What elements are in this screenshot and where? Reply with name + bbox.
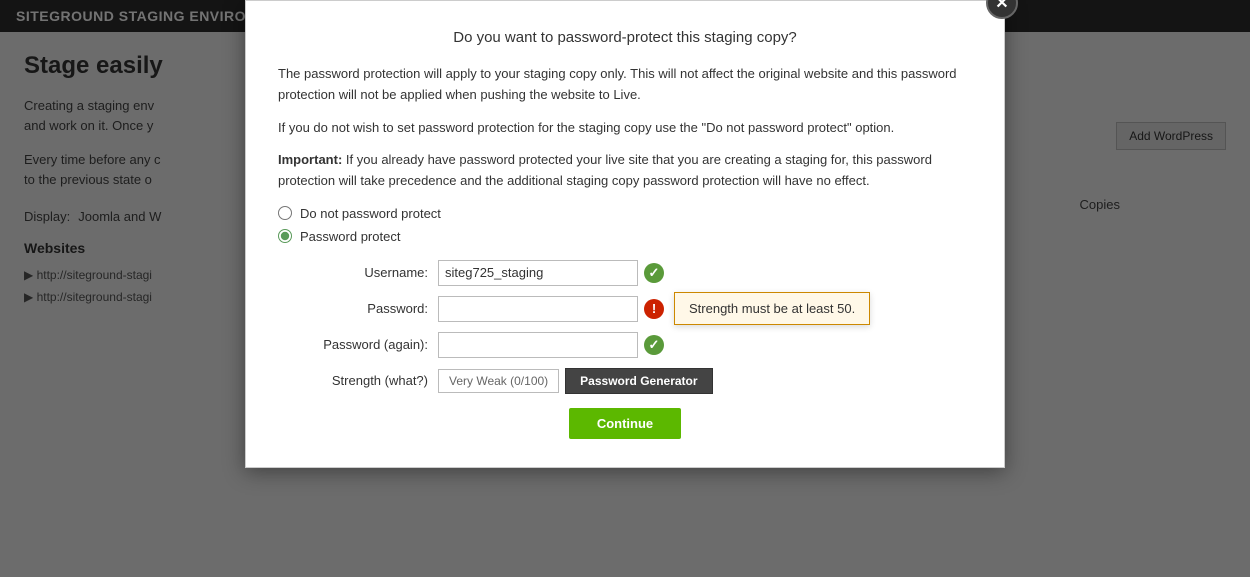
password-again-input[interactable]: [438, 332, 638, 358]
continue-button[interactable]: Continue: [569, 408, 681, 439]
modal-para-1: The password protection will apply to yo…: [278, 64, 972, 106]
strength-row: Strength (what?) Very Weak (0/100) Passw…: [278, 368, 972, 394]
radio-protect-label[interactable]: Password protect: [300, 229, 400, 244]
radio-protect-input[interactable]: [278, 229, 292, 243]
error-tooltip: Strength must be at least 50.: [674, 292, 870, 325]
continue-row: Continue: [278, 408, 972, 439]
modal-para-3: Important: If you already have password …: [278, 150, 972, 192]
radio-protect[interactable]: Password protect: [278, 229, 972, 244]
modal-dialog: ✕ Do you want to password-protect this s…: [245, 0, 1005, 468]
password-again-label: Password (again):: [278, 337, 438, 352]
modal-body: The password protection will apply to yo…: [278, 64, 972, 192]
password-label: Password:: [278, 301, 438, 316]
password-input[interactable]: [438, 296, 638, 322]
modal-para-3-bold: Important:: [278, 152, 342, 167]
modal-overlay: ✕ Do you want to password-protect this s…: [0, 0, 1250, 577]
username-status-icon: ✓: [644, 263, 664, 283]
password-row: Password: ! Strength must be at least 50…: [278, 296, 972, 322]
modal-para-3-rest: If you already have password protected y…: [278, 152, 932, 188]
modal-title: Do you want to password-protect this sta…: [278, 29, 972, 46]
username-row: Username: ✓: [278, 260, 972, 286]
password-status-icon: !: [644, 299, 664, 319]
username-input[interactable]: [438, 260, 638, 286]
password-again-row: Password (again): ✓: [278, 332, 972, 358]
password-generator-button[interactable]: Password Generator: [565, 368, 712, 394]
username-label: Username:: [278, 265, 438, 280]
password-again-status-icon: ✓: [644, 335, 664, 355]
strength-label: Strength (what?): [278, 373, 438, 388]
form-section: Username: ✓ Password: ! Strength must be…: [278, 260, 972, 394]
radio-group: Do not password protect Password protect: [278, 206, 972, 244]
modal-para-2: If you do not wish to set password prote…: [278, 118, 972, 139]
strength-value: Very Weak (0/100): [438, 369, 559, 393]
radio-no-protect-input[interactable]: [278, 206, 292, 220]
radio-no-protect-label[interactable]: Do not password protect: [300, 206, 441, 221]
radio-no-protect[interactable]: Do not password protect: [278, 206, 972, 221]
close-button[interactable]: ✕: [986, 0, 1018, 19]
strength-link[interactable]: Strength (what?): [332, 373, 428, 388]
